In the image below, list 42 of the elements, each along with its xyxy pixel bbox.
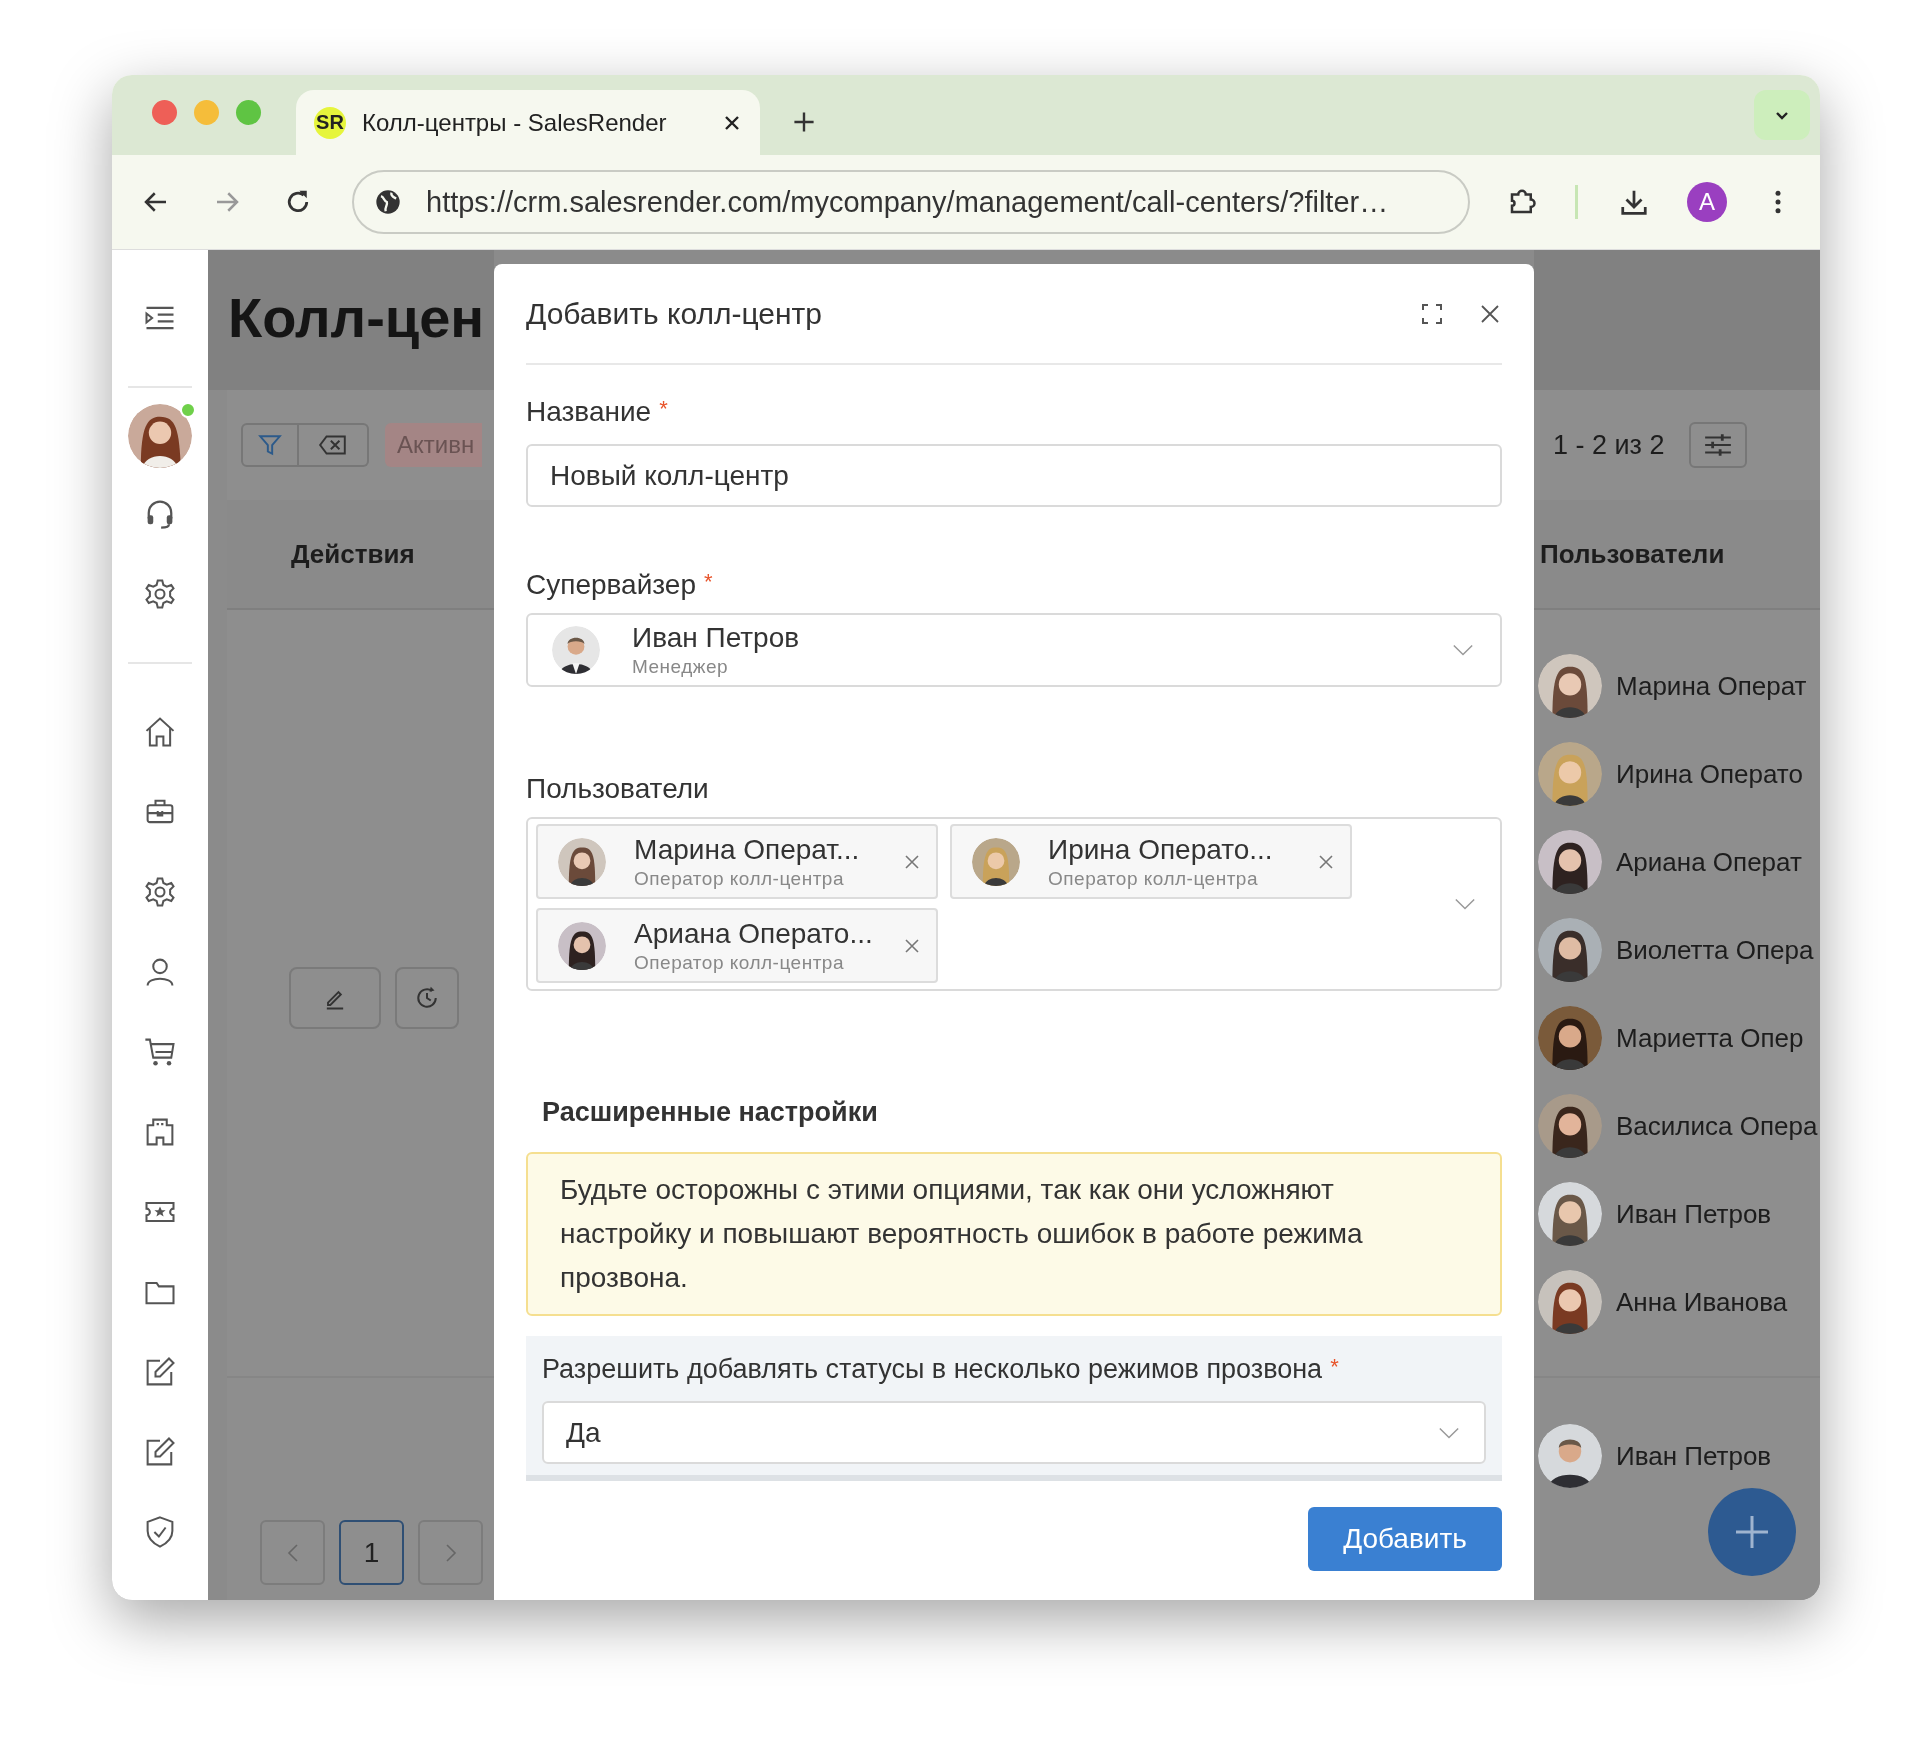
profile-avatar[interactable]: A (1687, 182, 1727, 222)
user-name: Марина Операт... (634, 833, 861, 866)
required-mark: * (659, 396, 668, 423)
page-title: Колл-цен (227, 284, 485, 350)
field-label: Название (526, 396, 652, 428)
user-name: Анна Иванова (1616, 1286, 1788, 1318)
supervisor-select[interactable]: Иван Петров Менеджер (526, 613, 1502, 687)
user-name: Виолетта Опера (1616, 934, 1814, 966)
user-role: Оператор колл-центра (1048, 867, 1259, 890)
add-button[interactable]: Добавить (1308, 1507, 1502, 1571)
required-mark: * (703, 569, 713, 596)
user-name: Ариана Операт (1616, 846, 1802, 878)
tab-title: Колл-центры - SalesRender (362, 108, 668, 137)
user-name: Иван Петров (1616, 1198, 1772, 1230)
name-input[interactable]: Новый колл-центр (526, 444, 1502, 507)
field-label: Супервайзер (526, 569, 696, 601)
user-name: Ирина Операто (1616, 758, 1803, 790)
user-name: Мариетта Опер (1616, 1022, 1804, 1054)
user-name: Ирина Операто... (1048, 833, 1274, 866)
dialog-title: Добавить колл-центр (526, 296, 823, 331)
setting-select[interactable]: Да (542, 1401, 1486, 1464)
user-role: Оператор колл-центра (634, 951, 845, 974)
required-mark: * (1330, 1354, 1339, 1381)
address-bar[interactable]: https://crm.salesrender.com/mycompany/management/call-centers/?filter… (352, 170, 1470, 234)
column-header: Пользователи (1539, 538, 1725, 570)
field-label: Разрешить добавлять статусы в несколько режимов прозвона (542, 1354, 1323, 1385)
users-select[interactable]: Марина Операт... Оператор колл-центра Ирина Операто... Оператор колл-центра Ариана Операто... Оператор колл-центра (526, 817, 1502, 991)
warning-message: Будьте осторожны с этими опциями, так как они усложняют настройку и повышают вероятность ошибок в работе режима прозвона. (526, 1152, 1502, 1316)
section-title: Расширенные настройки (542, 1097, 879, 1128)
user-name: Ариана Операто... (634, 917, 874, 950)
user-name: Марина Операт (1616, 670, 1807, 702)
user-role: Оператор колл-центра (634, 867, 845, 890)
page-button[interactable]: 1 (339, 1520, 404, 1585)
user-name: Иван Петров (1616, 1440, 1772, 1472)
field-label: Пользователи (526, 773, 709, 805)
column-header: Действия (290, 538, 415, 570)
favicon: SR (314, 106, 346, 139)
user-name: Иван Петров (632, 622, 801, 654)
browser-tab[interactable]: SR Колл-центры - SalesRender (296, 90, 760, 155)
user-role: Менеджер (632, 656, 730, 678)
pagination-range: 1 - 2 из 2 (1553, 429, 1665, 461)
user-name: Василиса Опера (1616, 1110, 1818, 1142)
